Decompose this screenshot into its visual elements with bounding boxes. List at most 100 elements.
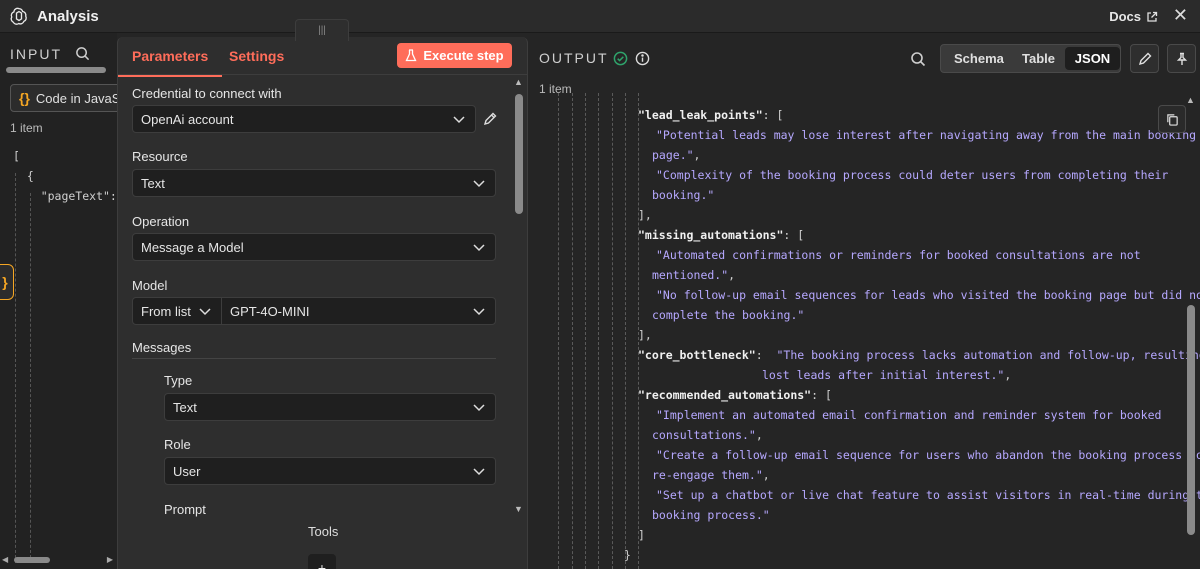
output-vertical-scrollbar[interactable]: ▲ bbox=[1185, 95, 1197, 569]
panel-drag-handle-icon[interactable]: ||| bbox=[295, 19, 349, 41]
pencil-icon bbox=[1138, 52, 1151, 65]
scroll-down-icon[interactable]: ▼ bbox=[514, 504, 523, 514]
output-panel: OUTPUT Schema Table JSON 1 item "lead_le… bbox=[528, 33, 1200, 569]
model-select[interactable]: GPT-4O-MINI bbox=[221, 297, 496, 325]
search-icon[interactable] bbox=[910, 51, 926, 67]
pin-output-button[interactable] bbox=[1167, 44, 1196, 73]
tab-settings[interactable]: Settings bbox=[229, 48, 284, 64]
operation-label: Operation bbox=[132, 214, 190, 229]
json-string: consultations.", bbox=[652, 428, 763, 442]
chevron-down-icon bbox=[453, 116, 465, 124]
output-header: OUTPUT bbox=[539, 50, 609, 66]
json-string: booking process." bbox=[652, 508, 770, 522]
json-string-part: mentioned." bbox=[652, 268, 729, 282]
edit-output-button[interactable] bbox=[1130, 44, 1159, 73]
input-bottom-scrollbar[interactable]: ◀ ▶ bbox=[0, 555, 117, 565]
input-panel: INPUT {} Code in JavaScript 1 item [ { "… bbox=[0, 33, 117, 569]
message-role-select[interactable]: User bbox=[164, 457, 496, 485]
input-horizontal-scrollbar[interactable] bbox=[0, 66, 117, 74]
search-icon[interactable] bbox=[75, 46, 90, 61]
edit-credential-pencil-icon[interactable] bbox=[483, 112, 497, 126]
indent-guide bbox=[15, 173, 16, 563]
json-string: "Implement an automated email confirmati… bbox=[656, 408, 1162, 422]
json-line: ], bbox=[638, 328, 652, 342]
operation-value: Message a Model bbox=[141, 239, 244, 255]
output-view-switcher: Schema Table JSON bbox=[940, 44, 1121, 73]
json-string: "No follow-up email sequences for leads … bbox=[656, 288, 1200, 302]
json-line: "core_bottleneck": "The booking process … bbox=[638, 345, 1200, 365]
input-node-selector[interactable]: {} Code in JavaScript bbox=[10, 84, 117, 112]
view-table-button[interactable]: Table bbox=[1022, 51, 1055, 66]
scroll-up-icon[interactable]: ▲ bbox=[1186, 95, 1195, 105]
json-string: page.", bbox=[652, 148, 701, 162]
scrollbar-thumb[interactable] bbox=[515, 94, 523, 214]
input-header: INPUT bbox=[10, 46, 62, 62]
add-tool-button[interactable]: + bbox=[308, 554, 336, 569]
chevron-down-icon bbox=[473, 244, 485, 252]
message-role-label: Role bbox=[164, 437, 191, 452]
model-label: Model bbox=[132, 278, 168, 293]
scroll-right-icon[interactable]: ▶ bbox=[107, 555, 113, 564]
output-json-view: "lead_leak_points": [ "Potential leads m… bbox=[528, 101, 1200, 569]
close-icon[interactable]: ✕ bbox=[1173, 5, 1188, 26]
credential-value: OpenAi account bbox=[141, 111, 234, 127]
json-string: "Set up a chatbot or live chat feature t… bbox=[656, 488, 1200, 502]
top-bar: Analysis Docs ✕ bbox=[0, 0, 1200, 33]
json-key: "core_bottleneck" bbox=[638, 348, 756, 362]
docs-link[interactable]: Docs bbox=[1109, 9, 1158, 24]
pin-icon bbox=[1176, 52, 1187, 65]
openai-logo-icon bbox=[10, 7, 27, 25]
input-json-line: "pageText": bbox=[13, 189, 117, 203]
chevron-down-icon bbox=[199, 308, 211, 316]
json-string-part: re-engage them." bbox=[652, 468, 763, 482]
json-string: lost leads after initial interest.", bbox=[762, 368, 1012, 382]
scrollbar-thumb[interactable] bbox=[14, 557, 50, 563]
json-string-part: page." bbox=[652, 148, 694, 162]
info-icon[interactable] bbox=[635, 51, 650, 66]
model-mode-select[interactable]: From list bbox=[132, 297, 222, 325]
docs-label: Docs bbox=[1109, 9, 1141, 24]
success-check-icon bbox=[613, 51, 628, 66]
input-item-count: 1 item bbox=[10, 121, 43, 135]
json-line: "recommended_automations": [ bbox=[638, 388, 832, 402]
view-schema-button[interactable]: Schema bbox=[954, 51, 1004, 66]
message-type-select[interactable]: Text bbox=[164, 393, 496, 421]
input-json-line: { bbox=[13, 169, 34, 183]
json-string-part: consultations." bbox=[652, 428, 756, 442]
resource-value: Text bbox=[141, 175, 165, 191]
resource-select[interactable]: Text bbox=[132, 169, 496, 197]
messages-label: Messages bbox=[132, 340, 192, 355]
credential-select[interactable]: OpenAi account bbox=[132, 105, 476, 133]
prompt-label: Prompt bbox=[164, 502, 206, 517]
copy-output-button[interactable] bbox=[1158, 105, 1186, 133]
model-mode-value: From list bbox=[141, 303, 191, 319]
json-string: "Create a follow-up email sequence for u… bbox=[656, 448, 1200, 462]
tools-label: Tools bbox=[308, 524, 339, 539]
json-string: "Complexity of the booking process could… bbox=[656, 168, 1169, 182]
scrollbar-thumb[interactable] bbox=[6, 67, 106, 73]
params-vertical-scrollbar[interactable]: ▲ ▼ bbox=[514, 77, 526, 517]
scrollbar-thumb[interactable] bbox=[1187, 305, 1195, 535]
model-value: GPT-4O-MINI bbox=[230, 303, 310, 319]
view-json-button[interactable]: JSON bbox=[1065, 47, 1120, 70]
execute-step-button[interactable]: Execute step bbox=[397, 43, 512, 68]
code-node-handle-icon[interactable]: } bbox=[0, 264, 14, 300]
chevron-down-icon bbox=[473, 404, 485, 412]
json-key: "missing_automations" bbox=[638, 228, 784, 242]
chevron-down-icon bbox=[473, 180, 485, 188]
json-string: "Potential leads may lose interest after… bbox=[656, 128, 1197, 142]
json-string-part: lost leads after initial interest." bbox=[762, 368, 1005, 382]
chevron-down-icon bbox=[473, 468, 485, 476]
tab-parameters[interactable]: Parameters bbox=[118, 48, 223, 77]
messages-divider bbox=[132, 358, 496, 359]
flask-icon bbox=[405, 49, 417, 62]
scroll-up-icon[interactable]: ▲ bbox=[514, 77, 523, 87]
scroll-left-icon[interactable]: ◀ bbox=[2, 555, 8, 564]
message-role-value: User bbox=[173, 463, 201, 479]
input-json-preview: [ { "pageText": bbox=[13, 146, 117, 206]
json-line: } bbox=[624, 548, 631, 562]
json-line: "missing_automations": [ bbox=[638, 228, 805, 242]
json-line: "lead_leak_points": [ bbox=[638, 108, 784, 122]
json-line: ], bbox=[638, 208, 652, 222]
operation-select[interactable]: Message a Model bbox=[132, 233, 496, 261]
